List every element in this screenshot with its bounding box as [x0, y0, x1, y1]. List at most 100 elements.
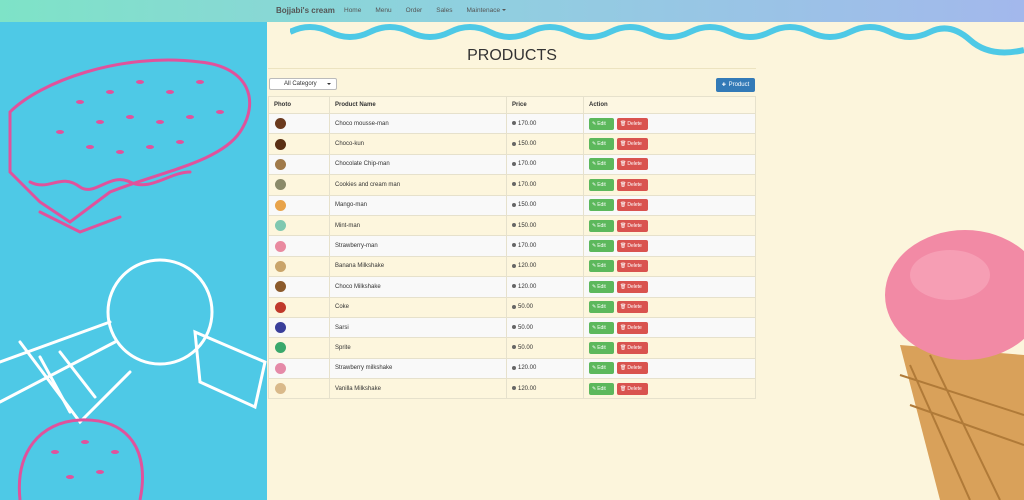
edit-label: Edit	[597, 202, 606, 209]
product-name-cell: Mango-man	[329, 194, 507, 216]
trash-icon: 🗑	[620, 202, 627, 209]
edit-label: Edit	[597, 243, 606, 250]
delete-button[interactable]: 🗑Delete	[617, 158, 648, 171]
edit-button[interactable]: ✎Edit	[589, 321, 614, 334]
edit-label: Edit	[597, 141, 606, 148]
product-thumbnail	[275, 342, 286, 354]
edit-button[interactable]: ✎Edit	[589, 301, 614, 314]
nav-maintenance[interactable]: Maintenace	[467, 7, 507, 14]
edit-button[interactable]: ✎Edit	[589, 178, 614, 191]
edit-button[interactable]: ✎Edit	[589, 382, 614, 395]
product-photo-cell	[268, 337, 330, 359]
delete-button[interactable]: 🗑Delete	[617, 321, 648, 334]
product-name-cell: Chocolate Chip-man	[329, 153, 507, 176]
product-name-cell: Choco Milkshake	[329, 276, 507, 298]
product-price-cell: 170.00	[506, 235, 584, 257]
product-price-cell: 120.00	[506, 276, 584, 298]
product-thumbnail	[275, 220, 286, 232]
pencil-icon: ✎	[592, 243, 597, 250]
trash-icon: 🗑	[620, 304, 627, 311]
trash-icon: 🗑	[620, 222, 627, 229]
product-price-cell: 170.00	[506, 112, 584, 135]
delete-button[interactable]: 🗑Delete	[617, 260, 648, 273]
delete-button[interactable]: 🗑Delete	[617, 382, 648, 395]
edit-button[interactable]: ✎Edit	[589, 341, 614, 354]
product-photo-cell	[268, 133, 330, 155]
coin-icon	[512, 182, 516, 187]
nav-order[interactable]: Order	[406, 7, 423, 14]
product-photo-cell	[268, 276, 330, 298]
chevron-down-icon	[327, 83, 331, 85]
delete-button[interactable]: 🗑Delete	[617, 178, 648, 191]
trash-icon: 🗑	[620, 344, 627, 351]
add-product-button[interactable]: ✚ Product	[716, 78, 755, 92]
delete-button[interactable]: 🗑Delete	[617, 199, 648, 212]
pencil-icon: ✎	[592, 141, 597, 148]
product-thumbnail	[275, 301, 286, 313]
trash-icon: 🗑	[620, 283, 627, 290]
product-price-cell: 150.00	[506, 194, 584, 216]
product-actions-cell: ✎Edit 🗑Delete	[583, 337, 756, 359]
edit-button[interactable]: ✎Edit	[589, 219, 614, 232]
edit-button[interactable]: ✎Edit	[589, 260, 614, 273]
product-actions-cell: ✎Edit 🗑Delete	[583, 214, 756, 237]
delete-button[interactable]: 🗑Delete	[617, 301, 648, 314]
pencil-icon: ✎	[592, 385, 597, 392]
product-photo-cell	[268, 296, 330, 318]
table-row: Chocolate Chip-man 170.00 ✎Edit 🗑Delete	[268, 153, 756, 176]
product-actions-cell: ✎Edit 🗑Delete	[583, 378, 756, 400]
table-row: Banana Milkshake 120.00 ✎Edit 🗑Delete	[268, 255, 756, 278]
coin-icon	[512, 365, 516, 370]
nav-home[interactable]: Home	[344, 7, 361, 14]
pencil-icon: ✎	[592, 344, 597, 351]
delete-button[interactable]: 🗑Delete	[617, 240, 648, 253]
add-product-label: Product	[728, 82, 750, 88]
delete-label: Delete	[627, 222, 642, 229]
table-row: Mint-man 150.00 ✎Edit 🗑Delete	[268, 214, 756, 237]
delete-button[interactable]: 🗑Delete	[617, 341, 648, 354]
edit-button[interactable]: ✎Edit	[589, 158, 614, 171]
delete-button[interactable]: 🗑Delete	[617, 219, 648, 232]
edit-button[interactable]: ✎Edit	[589, 240, 614, 253]
product-actions-cell: ✎Edit 🗑Delete	[583, 194, 756, 216]
table-row: Strawberry-man 170.00 ✎Edit 🗑Delete	[268, 235, 756, 257]
edit-button[interactable]: ✎Edit	[589, 117, 614, 130]
product-thumbnail	[275, 322, 286, 334]
product-name-cell: Coke	[329, 296, 507, 318]
delete-button[interactable]: 🗑Delete	[617, 138, 648, 151]
coin-icon	[512, 202, 516, 207]
product-name-cell: Vanilla Milkshake	[329, 378, 507, 400]
category-select[interactable]: All Category	[269, 78, 337, 90]
delete-label: Delete	[627, 202, 642, 209]
product-actions-cell: ✎Edit 🗑Delete	[583, 255, 756, 278]
delete-button[interactable]: 🗑Delete	[617, 117, 648, 130]
table-row: Mango-man 150.00 ✎Edit 🗑Delete	[268, 194, 756, 216]
delete-label: Delete	[627, 243, 642, 250]
coin-icon	[512, 386, 516, 391]
column-header-photo: Photo	[268, 96, 330, 114]
product-thumbnail	[275, 199, 286, 211]
product-price-cell: 150.00	[506, 214, 584, 237]
nav-menu[interactable]: Menu	[375, 7, 391, 14]
delete-button[interactable]: 🗑Delete	[617, 362, 648, 375]
edit-button[interactable]: ✎Edit	[589, 138, 614, 151]
delete-label: Delete	[627, 324, 642, 331]
brand[interactable]: Bojjabi's cream	[276, 6, 335, 15]
product-price: 50.00	[518, 344, 534, 351]
pencil-icon: ✎	[592, 263, 597, 270]
product-price: 120.00	[518, 385, 537, 392]
delete-button[interactable]: 🗑Delete	[617, 280, 648, 293]
product-price-cell: 50.00	[506, 296, 584, 318]
edit-button[interactable]: ✎Edit	[589, 280, 614, 293]
edit-button[interactable]: ✎Edit	[589, 362, 614, 375]
table-row: Coke 50.00 ✎Edit 🗑Delete	[268, 296, 756, 318]
nav-sales[interactable]: Sales	[436, 7, 452, 14]
product-price-cell: 170.00	[506, 174, 584, 196]
edit-button[interactable]: ✎Edit	[589, 199, 614, 212]
pencil-icon: ✎	[592, 283, 597, 290]
decorative-ice-cream-panel	[0, 22, 267, 500]
product-name-cell: Mint-man	[329, 214, 507, 237]
products-table: Photo Product Name Price Action Choco mo…	[268, 96, 756, 400]
navbar: Bojjabi's cream Home Menu Order Sales Ma…	[0, 0, 1024, 22]
product-photo-cell	[268, 255, 330, 278]
